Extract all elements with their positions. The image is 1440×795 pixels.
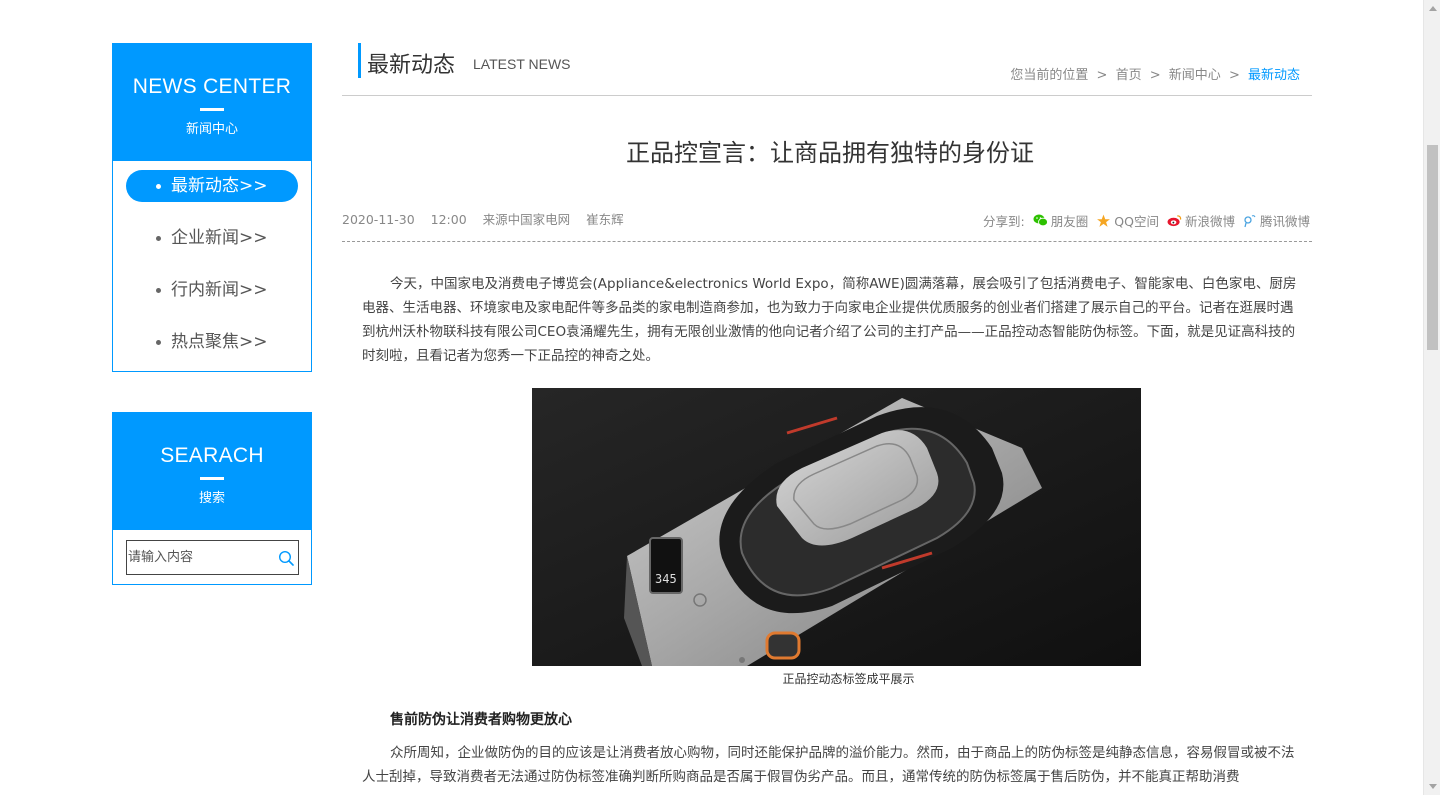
article-source: 来源中国家电网 (482, 212, 571, 227)
share-bar: 分享到: 朋友圈 QQ空间 新浪微博 腾讯微博 (983, 211, 1310, 230)
news-center-title-en: NEWS CENTER (132, 75, 292, 98)
breadcrumb-prefix: 您当前的位置 (1010, 68, 1089, 83)
wechat-icon (1033, 214, 1048, 227)
section-title-bar (358, 43, 361, 78)
search-title-cn: 搜索 (198, 491, 225, 506)
article-subheading: 售前防伪让消费者购物更放心 (390, 712, 572, 728)
nav-item-latest-news[interactable]: 最新动态>> (126, 170, 298, 202)
section-title-en: LATEST NEWS (473, 56, 571, 72)
article-time: 12:00 (430, 212, 467, 227)
news-center-header: NEWS CENTER 新闻中心 (113, 44, 311, 161)
scrollbar-thumb[interactable] (1427, 145, 1438, 350)
article-meta: 2020-11-30 12:00 来源中国家电网 崔东辉 (342, 209, 636, 228)
breadcrumb-current[interactable]: 最新动态 (1248, 68, 1300, 83)
search-field (126, 540, 299, 575)
breadcrumb-home[interactable]: 首页 (1116, 68, 1142, 83)
nav-item-label: 热点聚焦>> (171, 332, 268, 352)
share-sina-weibo[interactable]: 新浪微博 (1167, 211, 1235, 230)
search-panel: SEARACH 搜索 (112, 412, 312, 585)
news-center-title-cn: 新闻中心 (185, 122, 238, 137)
news-center-panel: NEWS CENTER 新闻中心 最新动态>> 企业新闻>> 行内新闻>> 热点… (112, 43, 312, 372)
breadcrumb-separator: > (1149, 68, 1161, 83)
share-qzone[interactable]: QQ空间 (1096, 211, 1159, 230)
photo-caption: 正品控动态标签成平展示 (782, 672, 915, 686)
nav-item-company-news[interactable]: 企业新闻>> (126, 222, 298, 254)
display-readout: 345 (655, 572, 677, 586)
title-underline (200, 108, 224, 111)
share-wechat-moments[interactable]: 朋友圈 (1033, 211, 1089, 230)
page: NEWS CENTER 新闻中心 最新动态>> 企业新闻>> 行内新闻>> 热点… (0, 0, 1440, 795)
article-title: 正品控宣言：让商品拥有独特的身份证 (626, 139, 1034, 167)
search-icon[interactable] (278, 550, 294, 566)
page-scrollbar[interactable] (1423, 0, 1440, 795)
nav-item-label: 行内新闻>> (171, 280, 268, 300)
qzone-star-icon (1097, 214, 1111, 227)
tencent-weibo-icon (1244, 214, 1256, 227)
share-item-label: 腾讯微博 (1259, 214, 1310, 229)
scroll-up-arrow-icon[interactable] (1429, 6, 1437, 11)
article-author: 崔东辉 (586, 212, 624, 227)
weibo-icon (1167, 215, 1182, 227)
nav-item-label: 企业新闻>> (171, 228, 268, 248)
share-item-label: 新浪微博 (1184, 214, 1235, 229)
meta-divider (342, 241, 1312, 242)
breadcrumb: 您当前的位置 > 首页 > 新闻中心 > 最新动态 (1010, 64, 1300, 83)
breadcrumb-separator: > (1096, 68, 1108, 83)
nav-item-industry-news[interactable]: 行内新闻>> (126, 274, 298, 306)
article-date: 2020-11-30 (342, 212, 415, 227)
share-tencent-weibo[interactable]: 腾讯微博 (1243, 211, 1310, 230)
title-underline (200, 477, 224, 480)
breadcrumb-separator: > (1228, 68, 1240, 83)
search-input[interactable] (127, 541, 267, 574)
search-header: SEARACH 搜索 (113, 413, 311, 530)
scroll-down-arrow-icon[interactable] (1429, 784, 1437, 789)
product-photo: 345 (532, 388, 1141, 666)
article-paragraph: 众所周知，企业做防伪的目的应该是让消费者放心购物，同时还能保护品牌的溢价能力。然… (362, 745, 1295, 785)
section-title-cn: 最新动态 (367, 53, 456, 78)
search-title-en: SEARACH (160, 444, 264, 467)
breadcrumb-news-center[interactable]: 新闻中心 (1169, 68, 1221, 83)
nav-item-hot-topics[interactable]: 热点聚焦>> (126, 326, 298, 358)
header-divider (342, 95, 1312, 96)
share-item-label: 朋友圈 (1050, 214, 1089, 229)
article-paragraph: 今天，中国家电及消费电子博览会(Appliance&electronics Wo… (362, 276, 1297, 364)
share-item-label: QQ空间 (1114, 214, 1159, 229)
news-category-nav: 最新动态>> 企业新闻>> 行内新闻>> 热点聚焦>> (113, 161, 311, 358)
nav-item-label: 最新动态>> (171, 176, 268, 196)
share-label: 分享到: (983, 214, 1025, 229)
